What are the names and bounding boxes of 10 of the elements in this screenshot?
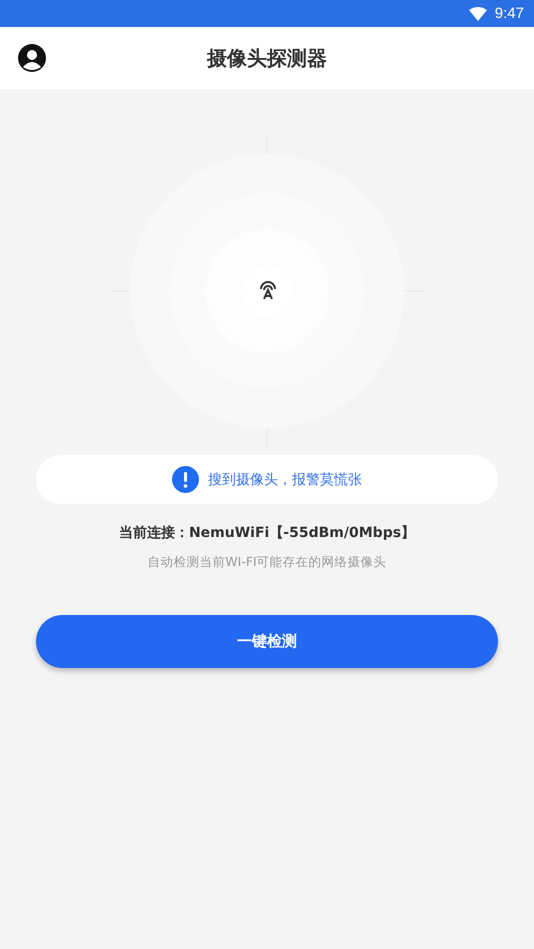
antenna-icon xyxy=(257,279,279,301)
status-time: 9:47 xyxy=(494,5,524,22)
user-avatar-icon[interactable] xyxy=(18,44,46,72)
app-title: 摄像头探测器 xyxy=(207,44,327,72)
alert-text: 搜到摄像头，报警莫慌张 xyxy=(208,470,362,488)
wifi-icon xyxy=(468,6,487,20)
scan-button[interactable]: 一键检测 xyxy=(36,615,498,668)
hint-text: 自动检测当前WI-FI可能存在的网络摄像头 xyxy=(146,554,388,571)
alert-icon xyxy=(172,466,199,493)
connection-info: 当前连接：NemuWiFi【-55dBm/0Mbps】 xyxy=(118,524,416,542)
